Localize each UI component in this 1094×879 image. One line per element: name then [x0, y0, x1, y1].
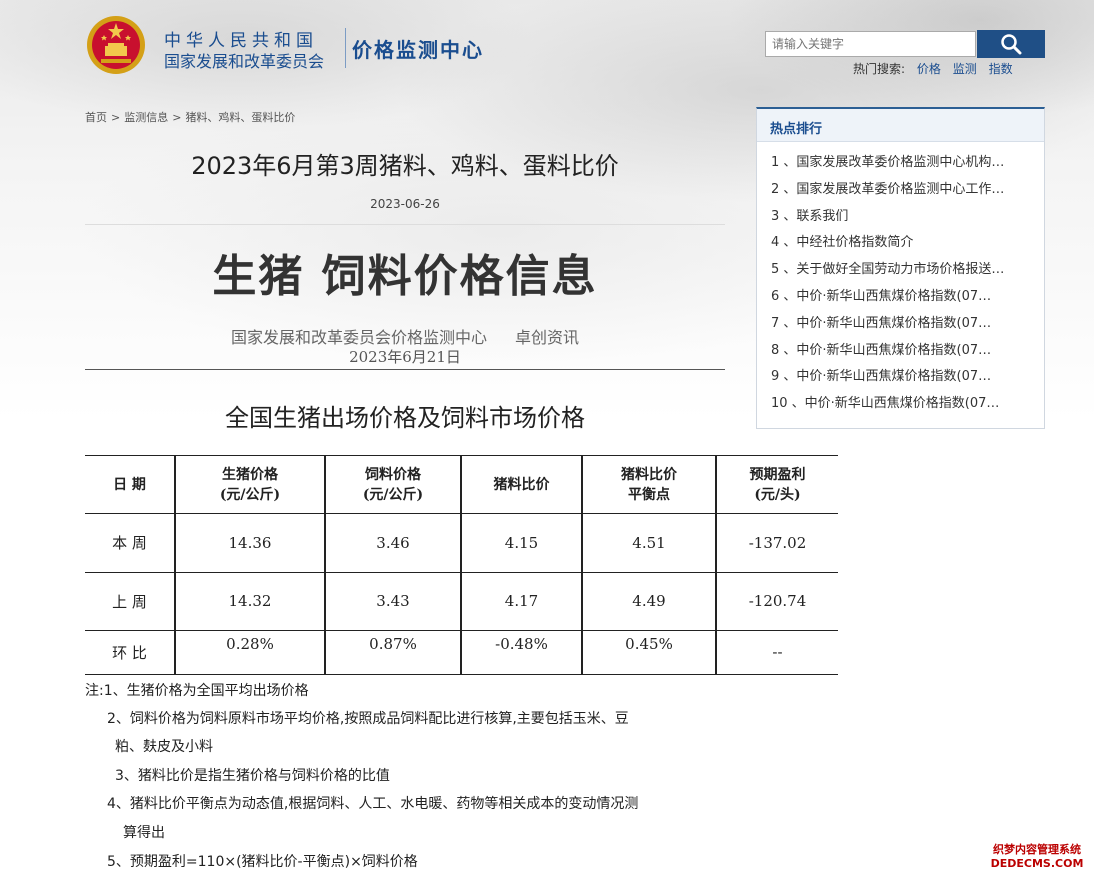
table-cell: 0.28% [174, 629, 325, 676]
org-subtitle: 国家发展和改革委员会 [164, 52, 325, 71]
table-cell: 4.17 [460, 571, 582, 631]
hot-ranking-item[interactable]: 2 、国家发展改革委价格监测中心工作… [771, 177, 1033, 204]
table-cell: 4.15 [460, 513, 582, 573]
search-button[interactable] [977, 30, 1045, 58]
note-3: 3、猪料比价是指生猪价格与饲料价格的比值 [115, 768, 390, 784]
header-divider [345, 28, 346, 68]
article-title: 2023年6月第3周猪料、鸡料、蛋料比价 [191, 152, 619, 180]
table-header-cell: 日 期 [85, 454, 175, 515]
table-cell: 4.49 [581, 571, 716, 631]
watermark: 织梦内容管理系统 DEDECMS.COM [982, 843, 1092, 875]
table-cell: 3.46 [324, 513, 461, 573]
table-header-cell: 猪料比价 平衡点 [581, 454, 716, 515]
hot-ranking-panel: 热点排行 1 、国家发展改革委价格监测中心机构… 2 、国家发展改革委价格监测中… [756, 107, 1045, 429]
table-title: 全国生猪出场价格及饲料市场价格 [225, 404, 585, 432]
table-cell: 3.43 [324, 571, 461, 631]
article-date: 2023-06-26 [370, 197, 440, 211]
note-1: 注:1、生猪价格为全国平均出场价格 [85, 683, 309, 699]
note-5: 5、预期盈利=110×(猪料比价-平衡点)×饲料价格 [107, 854, 418, 870]
hot-ranking-item[interactable]: 7 、中价·新华山西焦煤价格指数(07… [771, 311, 1033, 338]
table-cell: 环 比 [85, 629, 175, 676]
hot-search-label: 热门搜索: [853, 62, 906, 76]
table-cell: 0.45% [581, 629, 716, 676]
report-source: 国家发展和改革委员会价格监测中心 卓创资讯 [85, 324, 725, 348]
hot-ranking-item[interactable]: 8 、中价·新华山西焦煤价格指数(07… [771, 338, 1033, 365]
hot-ranking-item[interactable]: 10 、中价·新华山西焦煤价格指数(07… [771, 391, 1033, 418]
hot-search-term[interactable]: 指数 [989, 62, 1013, 76]
table-header-cell: 饲料价格 (元/公斤) [324, 454, 461, 515]
note-4: 4、猪料比价平衡点为动态值,根据饲料、人工、水电暖、药物等相关成本的变动情况测 [107, 796, 639, 812]
table-cell: 14.32 [174, 571, 325, 631]
watermark-line: DEDECMS.COM [990, 857, 1084, 870]
national-emblem-icon[interactable] [85, 14, 147, 76]
table-cell: -137.02 [715, 513, 838, 573]
table-cell: 上 周 [85, 571, 175, 631]
table-cell: -0.48% [460, 629, 582, 676]
table-row: 环 比 0.28% 0.87% -0.48% 0.45% -- [85, 629, 838, 676]
report-heading: 生猪 饲料价格信息 [212, 251, 598, 302]
note-4-cont: 算得出 [123, 825, 165, 841]
hot-search: 热门搜索: 价格 监测 指数 [853, 60, 1021, 77]
site-name[interactable]: 价格监测中心 [352, 34, 484, 63]
breadcrumb-home[interactable]: 首页 [85, 111, 107, 124]
hot-ranking-item[interactable]: 9 、中价·新华山西焦煤价格指数(07… [771, 364, 1033, 391]
source-secondary: 卓创资讯 [515, 328, 580, 347]
hot-ranking-item[interactable]: 6 、中价·新华山西焦煤价格指数(07… [771, 284, 1033, 311]
table-cell: 0.87% [324, 629, 461, 676]
table-cell: -- [715, 629, 838, 676]
table-row: 本 周 14.36 3.46 4.15 4.51 -137.02 [85, 513, 838, 573]
table-header-cell: 猪料比价 [460, 454, 582, 515]
hot-ranking-item[interactable]: 1 、国家发展改革委价格监测中心机构… [771, 150, 1033, 177]
site-header: 中华人民共和国 国家发展和改革委员会 价格监测中心 热门搜索: 价格 监测 指数 [0, 0, 1094, 100]
source-primary: 国家发展和改革委员会价格监测中心 [230, 328, 487, 347]
breadcrumb-separator: > [172, 111, 182, 124]
breadcrumb-current[interactable]: 猪料、鸡料、蛋料比价 [185, 111, 295, 124]
breadcrumb: 首页 > 监测信息 > 猪料、鸡料、蛋料比价 [85, 109, 295, 125]
table-cell: -120.74 [715, 571, 838, 631]
hot-ranking-item[interactable]: 5 、关于做好全国劳动力市场价格报送… [771, 257, 1033, 284]
breadcrumb-separator: > [111, 111, 121, 124]
price-table: 日 期 生猪价格 (元/公斤) 饲料价格 (元/公斤) 猪料比价 猪料比价 平衡点 预… [85, 454, 838, 676]
watermark-line: 织梦内容管理系统 [993, 843, 1081, 856]
table-row: 上 周 14.32 3.43 4.17 4.49 -120.74 [85, 571, 838, 631]
search-input[interactable] [765, 31, 976, 57]
breadcrumb-monitoring[interactable]: 监测信息 [124, 111, 168, 124]
note-2-cont: 粕、麸皮及小料 [115, 739, 213, 755]
table-cell: 本 周 [85, 513, 175, 573]
title-divider [85, 224, 725, 225]
report-date: 2023年6月21日 [349, 348, 461, 366]
table-header-row: 日 期 生猪价格 (元/公斤) 饲料价格 (元/公斤) 猪料比价 猪料比价 平衡点 预… [85, 454, 838, 515]
table-cell: 14.36 [174, 513, 325, 573]
hot-search-term[interactable]: 监测 [953, 62, 977, 76]
hot-ranking-item[interactable]: 3 、联系我们 [771, 204, 1033, 231]
table-cell: 4.51 [581, 513, 716, 573]
hot-ranking-title: 热点排行 [757, 109, 1044, 142]
report-divider [85, 369, 725, 370]
table-header-cell: 生猪价格 (元/公斤) [174, 454, 325, 515]
table-header-cell: 预期盈利 (元/头) [715, 454, 838, 515]
hot-search-term[interactable]: 价格 [917, 62, 941, 76]
note-2: 2、饲料价格为饲料原料市场平均价格,按照成品饲料配比进行核算,主要包括玉米、豆 [107, 711, 629, 727]
hot-ranking-item[interactable]: 4 、中经社价格指数简介 [771, 230, 1033, 257]
search-icon [1001, 34, 1022, 55]
hot-ranking-list: 1 、国家发展改革委价格监测中心机构… 2 、国家发展改革委价格监测中心工作… … [757, 142, 1044, 418]
